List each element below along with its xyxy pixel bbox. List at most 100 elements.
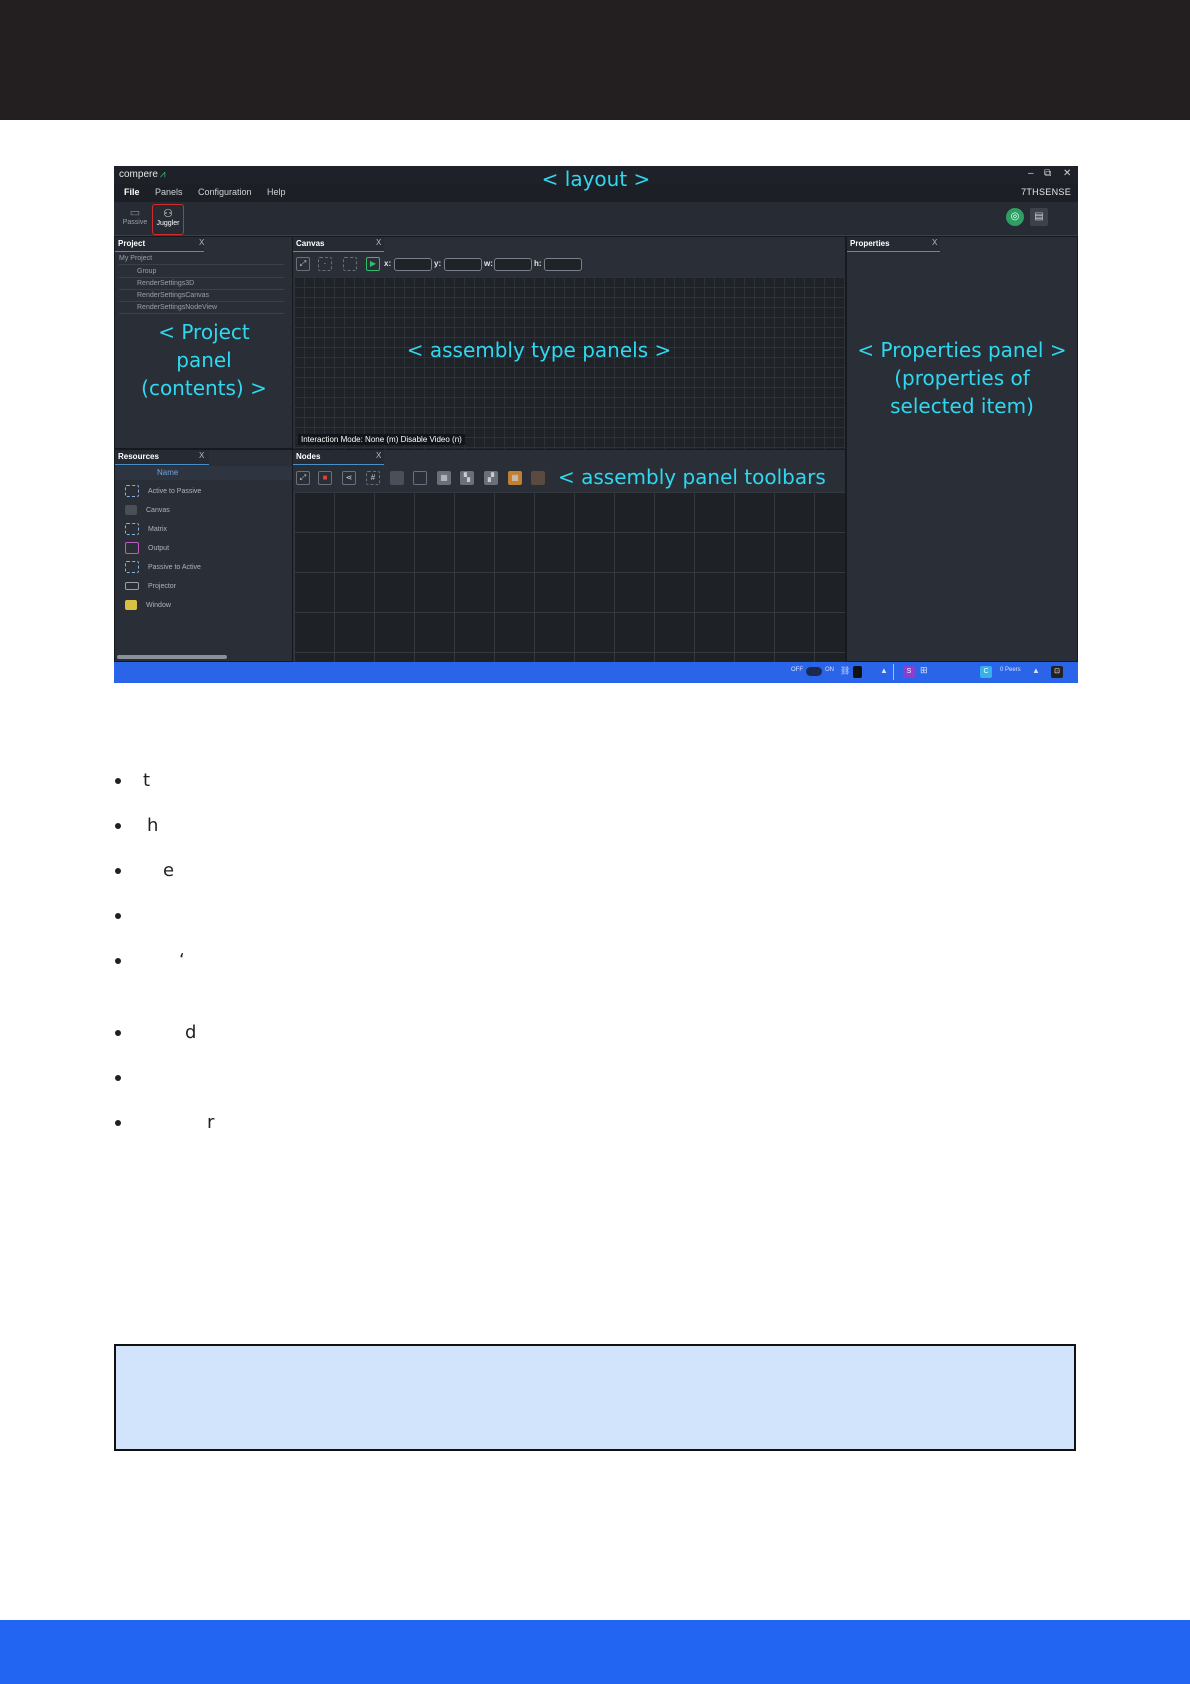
output-grid-icon[interactable]: ▦ bbox=[508, 471, 522, 485]
properties-tab[interactable]: Properties bbox=[847, 237, 940, 252]
brand-label: 7THSENSE bbox=[1021, 187, 1071, 197]
layer-icon[interactable] bbox=[390, 471, 404, 485]
resource-item[interactable]: Window bbox=[125, 598, 171, 614]
move-tool-icon[interactable]: · bbox=[318, 257, 332, 271]
resource-icon bbox=[125, 523, 139, 536]
matrix-icon[interactable]: ▦ bbox=[437, 471, 451, 485]
list-item: e bbox=[115, 860, 174, 881]
w-input[interactable] bbox=[494, 258, 532, 271]
y-input[interactable] bbox=[444, 258, 482, 271]
canvas-close-icon[interactable]: X bbox=[376, 238, 381, 247]
y-label: y: bbox=[434, 259, 442, 268]
resource-icon bbox=[125, 485, 139, 498]
app-screenshot: compere ⩘ – ⧉ ✕ File Panels Configuration… bbox=[114, 166, 1078, 683]
merge-icon[interactable]: ▞ bbox=[484, 471, 498, 485]
select-tool-icon[interactable] bbox=[343, 257, 357, 271]
interaction-mode-label: Interaction Mode: None (m) Disable Video… bbox=[298, 434, 465, 445]
resource-item[interactable]: Canvas bbox=[125, 503, 170, 519]
split-icon[interactable]: ▚ bbox=[460, 471, 474, 485]
play-icon[interactable]: ▶ bbox=[366, 257, 380, 271]
list-item: t bbox=[115, 770, 150, 791]
menu-configuration[interactable]: Configuration bbox=[198, 187, 252, 197]
properties-panel: Properties X bbox=[846, 236, 1078, 662]
h-label: h: bbox=[534, 259, 542, 268]
restore-button[interactable]: ⧉ bbox=[1044, 168, 1051, 179]
properties-close-icon[interactable]: X bbox=[932, 238, 937, 247]
resource-icon bbox=[125, 561, 139, 574]
toolbars-annotation: < assembly panel toolbars bbox=[558, 465, 826, 489]
tree-item[interactable]: RenderSettings3D bbox=[119, 278, 284, 290]
x-input[interactable] bbox=[394, 258, 432, 271]
header-band bbox=[0, 0, 1190, 120]
tree-item[interactable]: RenderSettingsNodeView bbox=[119, 302, 284, 314]
juggler-button[interactable]: ⚇ Juggler bbox=[152, 204, 184, 235]
note-box bbox=[114, 1344, 1076, 1451]
juggler-icon: ⚇ bbox=[163, 208, 173, 220]
list-item bbox=[115, 1067, 143, 1088]
nodes-tab[interactable]: Nodes bbox=[293, 450, 384, 465]
assembly-annotation: < assembly type panels > bbox=[406, 338, 672, 362]
h-input[interactable] bbox=[544, 258, 582, 271]
tree-item-root[interactable]: My Project bbox=[119, 253, 284, 265]
resource-icon bbox=[125, 582, 139, 591]
fit-view-icon[interactable]: ⤢ bbox=[296, 471, 310, 485]
toggle-on-label: ON bbox=[825, 667, 834, 673]
list-item bbox=[115, 905, 143, 926]
tree-item[interactable]: RenderSettingsCanvas bbox=[119, 290, 284, 302]
resources-column-header: Name bbox=[115, 466, 293, 480]
nodes-close-icon[interactable]: X bbox=[376, 451, 381, 460]
x-label: x: bbox=[384, 259, 392, 268]
monitor-icon: ▭ bbox=[129, 207, 141, 219]
canvas-tab[interactable]: Canvas bbox=[293, 237, 384, 252]
close-button[interactable]: ✕ bbox=[1063, 168, 1071, 179]
display-icon[interactable]: ▤ bbox=[1030, 208, 1048, 226]
resource-icon bbox=[125, 600, 137, 611]
status-globe-icon[interactable]: ◎ bbox=[1006, 208, 1024, 226]
app-s-icon[interactable]: S bbox=[903, 666, 915, 678]
project-tab[interactable]: Project bbox=[115, 237, 204, 252]
minimize-button[interactable]: – bbox=[1028, 168, 1034, 179]
list-item: d bbox=[115, 1022, 196, 1043]
grid-icon[interactable]: # bbox=[366, 471, 380, 485]
toggle-off-label: OFF bbox=[791, 667, 803, 673]
passive-button[interactable]: ▭ Passive bbox=[120, 204, 150, 233]
toggle-switch[interactable] bbox=[806, 667, 822, 676]
menu-help[interactable]: Help bbox=[267, 187, 286, 197]
brick-icon[interactable] bbox=[531, 471, 545, 485]
resource-item[interactable]: Passive to Active bbox=[125, 560, 201, 576]
resource-item[interactable]: Matrix bbox=[125, 522, 167, 538]
connect-icon[interactable]: ⋖ bbox=[342, 471, 356, 485]
add-node-icon[interactable]: ■ bbox=[318, 471, 332, 485]
layout-annotation: < layout > bbox=[541, 167, 651, 191]
network-icon[interactable]: ⛓ bbox=[840, 666, 850, 675]
resources-close-icon[interactable]: X bbox=[199, 451, 204, 460]
tray-icon[interactable] bbox=[853, 666, 862, 678]
properties-annotation: < Properties panel > (properties of sele… bbox=[857, 338, 1067, 418]
app-w-icon[interactable]: ⊡ bbox=[1051, 666, 1063, 678]
tree-item[interactable]: Group bbox=[119, 266, 284, 278]
logo-mark-icon: ⩘ bbox=[159, 169, 166, 180]
resource-item[interactable]: Projector bbox=[125, 579, 176, 595]
w-label: w: bbox=[484, 259, 493, 268]
footer-band bbox=[0, 1620, 1190, 1684]
horizontal-scrollbar[interactable] bbox=[117, 655, 227, 659]
resources-panel: Resources X Name Active to Passive Canva… bbox=[114, 449, 294, 662]
windows-icon[interactable]: ⊞ bbox=[920, 665, 928, 676]
fit-view-icon[interactable]: ⤢ bbox=[296, 257, 310, 271]
resource-item[interactable]: Output bbox=[125, 541, 169, 557]
chevron-up-icon[interactable]: ▲ bbox=[880, 666, 888, 675]
menu-file[interactable]: File bbox=[124, 187, 140, 197]
project-close-icon[interactable]: X bbox=[199, 238, 204, 247]
nodes-grid[interactable] bbox=[294, 492, 845, 662]
chevron-up-icon[interactable]: ▲ bbox=[1032, 666, 1040, 675]
resources-tab[interactable]: Resources bbox=[115, 450, 209, 465]
list-item: ‘ bbox=[115, 950, 185, 971]
resource-item[interactable]: Active to Passive bbox=[125, 484, 201, 500]
frame-icon[interactable] bbox=[413, 471, 427, 485]
resource-icon bbox=[125, 505, 137, 516]
app-logo: compere ⩘ bbox=[119, 169, 166, 180]
menu-panels[interactable]: Panels bbox=[155, 187, 183, 197]
resource-icon bbox=[125, 542, 139, 555]
taskbar-divider bbox=[893, 664, 894, 680]
app-c-icon[interactable]: C bbox=[980, 666, 992, 678]
